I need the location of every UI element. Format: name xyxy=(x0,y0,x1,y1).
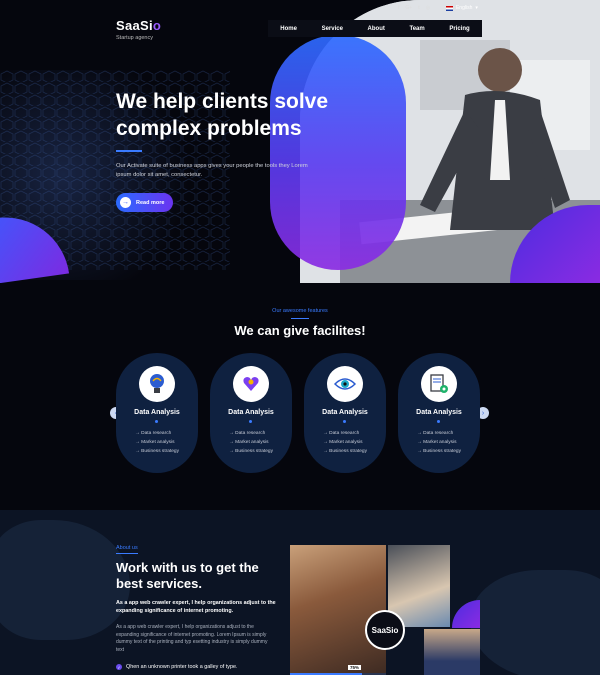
collage-badge-logo: SaaSio xyxy=(365,610,405,650)
check-label: Qhen an unknown printer took a galley of… xyxy=(126,664,238,670)
list-item: Data research xyxy=(417,429,461,438)
google-plus-icon[interactable]: G+ xyxy=(405,5,412,11)
list-item: Business strategy xyxy=(323,447,367,456)
world-map-decoration xyxy=(470,570,600,675)
hero-section: SaaSio Startup agency f G+ t ◎ English ▾… xyxy=(0,0,600,283)
chevron-down-icon: ▾ xyxy=(475,5,478,11)
nav-home[interactable]: Home xyxy=(280,26,297,32)
hero-text: Our Activate suite of business apps give… xyxy=(116,163,308,178)
blue-pill-shape xyxy=(270,35,406,270)
nav-service[interactable]: Service xyxy=(322,26,343,32)
card-title: Data Analysis xyxy=(416,409,462,416)
about-photo-collage: SaaSio 75% xyxy=(290,545,480,675)
language-label: English xyxy=(455,5,473,11)
list-item: Business strategy xyxy=(135,447,179,456)
world-map-decoration xyxy=(0,520,130,640)
card-dot xyxy=(249,420,252,423)
list-item: Market analysis xyxy=(135,438,179,447)
facebook-icon[interactable]: f xyxy=(398,5,399,11)
lightbulb-brain-icon xyxy=(139,366,175,402)
feature-card[interactable]: Data Analysis Data research Market analy… xyxy=(116,353,198,473)
purple-arc-decoration xyxy=(452,600,480,628)
list-item: Data research xyxy=(229,429,273,438)
about-lead: As a app web crawler expert, I help orga… xyxy=(116,600,276,614)
main-nav: Home Service About Team Pricing xyxy=(268,20,482,37)
about-text: As a app web crawler expert, I help orga… xyxy=(116,624,268,653)
photo-woman-laptop xyxy=(290,545,386,675)
language-selector[interactable]: English ▾ xyxy=(445,5,478,11)
card-list: Data research Market analysis Business s… xyxy=(323,429,367,456)
about-section: About us Work with us to get the best se… xyxy=(0,510,600,675)
features-title: We can give facilites! xyxy=(234,323,366,338)
heart-idea-icon xyxy=(233,366,269,402)
list-item: Business strategy xyxy=(417,447,461,456)
nav-pricing[interactable]: Pricing xyxy=(449,26,469,32)
list-item: Data research xyxy=(135,429,179,438)
card-dot xyxy=(155,420,158,423)
about-kicker: About us xyxy=(116,545,138,551)
list-item: Market analysis xyxy=(323,438,367,447)
card-list: Data research Market analysis Business s… xyxy=(229,429,273,456)
feature-card[interactable]: Data Analysis Data research Market analy… xyxy=(398,353,480,473)
progress-label: 75% xyxy=(348,665,362,670)
card-list: Data research Market analysis Business s… xyxy=(135,429,179,456)
list-item: Market analysis xyxy=(417,438,461,447)
list-item: Data research xyxy=(323,429,367,438)
list-item: Business strategy xyxy=(229,447,273,456)
hero-title: We help clients solve complex problems xyxy=(116,90,329,140)
arrow-right-icon: → xyxy=(120,197,131,208)
brand-name: SaaSio xyxy=(116,18,162,33)
card-dot xyxy=(343,420,346,423)
nav-team[interactable]: Team xyxy=(409,26,424,32)
feature-cards: Data Analysis Data research Market analy… xyxy=(116,353,480,473)
card-title: Data Analysis xyxy=(322,409,368,416)
about-title: Work with us to get the best services. xyxy=(116,560,259,591)
nav-about[interactable]: About xyxy=(368,26,385,32)
card-dot xyxy=(437,420,440,423)
about-check-item: ✓ Qhen an unknown printer took a galley … xyxy=(116,664,237,670)
about-divider xyxy=(116,553,138,554)
features-divider xyxy=(291,318,309,319)
photo-man-suit xyxy=(424,629,480,675)
features-kicker: Our awesome features xyxy=(272,308,328,314)
feature-card[interactable]: Data Analysis Data research Market analy… xyxy=(210,353,292,473)
features-section: Our awesome features We can give facilit… xyxy=(0,283,600,510)
feature-card[interactable]: Data Analysis Data research Market analy… xyxy=(304,353,386,473)
card-title: Data Analysis xyxy=(228,409,274,416)
list-item: Market analysis xyxy=(229,438,273,447)
twitter-icon[interactable]: t xyxy=(418,5,419,11)
brand-tagline: Startup agency xyxy=(116,35,153,41)
check-icon: ✓ xyxy=(116,664,122,670)
brand-logo[interactable]: SaaSio Startup agency xyxy=(116,18,161,41)
hero-divider xyxy=(116,150,142,152)
eye-target-icon xyxy=(327,366,363,402)
read-more-button[interactable]: → Read more xyxy=(116,193,173,212)
top-bar: f G+ t ◎ English ▾ xyxy=(398,5,478,11)
document-gear-icon xyxy=(421,366,457,402)
instagram-icon[interactable]: ◎ xyxy=(426,5,430,11)
read-more-label: Read more xyxy=(136,199,165,206)
card-title: Data Analysis xyxy=(134,409,180,416)
us-flag-icon xyxy=(445,5,453,11)
card-list: Data research Market analysis Business s… xyxy=(417,429,461,456)
